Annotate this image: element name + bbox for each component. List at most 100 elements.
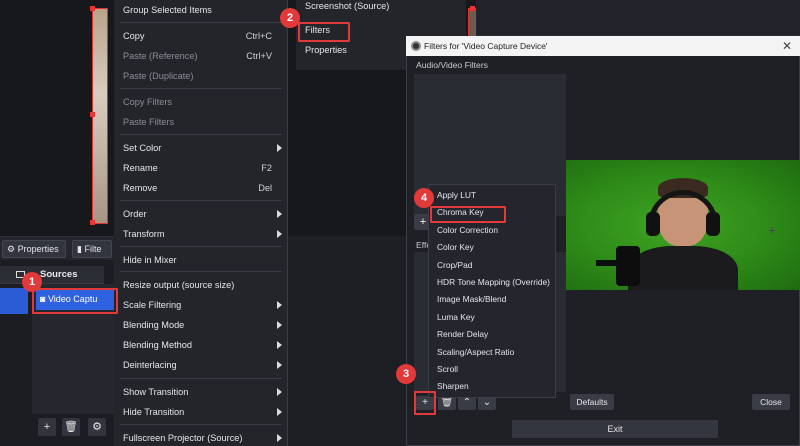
menu-item[interactable]: Paste Filters	[114, 112, 288, 132]
audio-video-filters-label: Audio/Video Filters	[416, 60, 488, 70]
menu-item-label: Show Transition	[123, 387, 189, 397]
chevron-right-icon	[277, 321, 282, 329]
defaults-button[interactable]: Defaults	[570, 394, 614, 410]
sources-title: Sources	[40, 269, 78, 280]
menu-separator	[120, 246, 282, 247]
crosshair-icon: +	[768, 222, 777, 238]
source-context-menu: Group Selected Items Copy Ctrl+C Paste (Ref…	[114, 0, 288, 446]
menu-item-label: Order	[123, 209, 147, 219]
menu-item[interactable]: Hide in Mixer	[114, 250, 288, 270]
menu-item-label: Blending Method	[123, 340, 192, 350]
source-settings-button[interactable]: ⚙	[88, 418, 106, 436]
menu-item[interactable]: Blending Mode	[114, 315, 288, 335]
menu-item[interactable]: Copy Filters	[114, 92, 288, 112]
menu-item-shortcut: Del	[258, 183, 272, 193]
move-filter-down-button[interactable]: ⌄	[478, 396, 496, 410]
filter-menu-item[interactable]: Render Delay	[429, 326, 555, 343]
menu-separator	[120, 378, 282, 379]
menu-item[interactable]: Group Selected Items	[114, 0, 288, 20]
arrow-down-icon: ⌄	[482, 397, 492, 408]
menu-item-label: Rename	[123, 163, 158, 173]
menu-item[interactable]: Rename F2	[114, 158, 288, 178]
filter-menu-item[interactable]: Scaling/Aspect Ratio	[429, 344, 555, 361]
resize-handle[interactable]	[90, 6, 95, 11]
obs-app-icon	[411, 41, 421, 51]
filter-menu-item[interactable]: HDR Tone Mapping (Override)	[429, 274, 555, 291]
close-button[interactable]: Close	[752, 394, 790, 410]
properties-button[interactable]: ⚙ Properties	[2, 240, 66, 258]
menu-item[interactable]: Remove Del	[114, 178, 288, 198]
chevron-right-icon	[277, 408, 282, 416]
scene-item-selected[interactable]	[0, 288, 28, 314]
resize-handle[interactable]	[90, 112, 95, 117]
step-badge-2: 2	[280, 8, 300, 28]
menu-item[interactable]: Paste (Duplicate)	[114, 66, 288, 86]
highlight-chroma-key-item	[430, 206, 506, 223]
remove-filter-button[interactable]: 🗑	[438, 396, 456, 410]
menu-separator	[120, 200, 282, 201]
arrow-up-icon: ⌃	[462, 397, 472, 408]
menu-item-label: Remove	[123, 183, 158, 193]
top-strip	[476, 0, 800, 36]
menu-item[interactable]: Hide Transition	[114, 402, 288, 422]
menu-item-shortcut: Ctrl+V	[246, 51, 272, 61]
menu-item[interactable]: Order	[114, 204, 288, 224]
filter-menu-item[interactable]: Crop/Pad	[429, 257, 555, 274]
menu-item[interactable]: Fullscreen Projector (Source)	[114, 428, 288, 446]
menu-item[interactable]: Set Color	[114, 138, 288, 158]
chevron-right-icon	[277, 388, 282, 396]
remove-source-button[interactable]: 🗑	[62, 418, 80, 436]
menu-item-screenshot[interactable]: Screenshot (Source)	[296, 0, 466, 16]
chevron-right-icon	[277, 144, 282, 152]
resize-handle[interactable]	[470, 6, 475, 11]
menu-item-label: Deinterlacing	[123, 360, 177, 370]
plus-icon: +	[419, 216, 427, 228]
dialog-titlebar: Filters for 'Video Capture Device' ✕	[406, 36, 800, 56]
step-badge-3: 3	[396, 364, 416, 384]
menu-separator	[120, 424, 282, 425]
filter-menu-item[interactable]: Apply LUT	[429, 187, 555, 204]
resize-handle[interactable]	[90, 220, 95, 225]
chevron-right-icon	[277, 230, 282, 238]
menu-item-label: Fullscreen Projector (Source)	[123, 433, 243, 443]
chevron-right-icon	[277, 434, 282, 442]
menu-item[interactable]: Transform	[114, 224, 288, 244]
menu-item[interactable]: Resize output (source size)	[114, 275, 288, 295]
menu-item-label: Scale Filtering	[123, 300, 182, 310]
filter-menu-item[interactable]: Image Mask/Blend	[429, 291, 555, 308]
microphone	[616, 246, 640, 286]
close-icon[interactable]: ✕	[782, 36, 792, 56]
source-toolbar: ⚙ Properties ▮ Filte	[0, 236, 120, 260]
menu-item-label: Copy Filters	[123, 97, 173, 107]
filter-menu-item[interactable]: Sharpen	[429, 378, 555, 395]
chevron-right-icon	[277, 301, 282, 309]
menu-item[interactable]: Paste (Reference) Ctrl+V	[114, 46, 288, 66]
menu-item-label: Hide Transition	[123, 407, 185, 417]
add-source-button[interactable]: +	[38, 418, 56, 436]
filter-menu-item[interactable]: Luma Key	[429, 309, 555, 326]
sources-header: Sources	[0, 266, 104, 284]
menu-item[interactable]: Copy Ctrl+C	[114, 26, 288, 46]
menu-item[interactable]: Scale Filtering	[114, 295, 288, 315]
filter-menu-item[interactable]: Color Correction	[429, 222, 555, 239]
menu-item[interactable]: Show Transition	[114, 382, 288, 402]
filter-menu-item[interactable]: Color Key	[429, 239, 555, 256]
highlight-filters-menu-item	[298, 22, 350, 42]
plus-icon: +	[43, 421, 51, 433]
highlight-add-filter-button	[414, 391, 436, 415]
menu-item-label: Resize output (source size)	[123, 280, 235, 290]
menu-item-label: Hide in Mixer	[123, 255, 177, 265]
move-filter-up-button[interactable]: ⌃	[458, 396, 476, 410]
menu-item-label: Copy	[123, 31, 145, 41]
filters-button[interactable]: ▮ Filte	[72, 240, 112, 258]
filter-menu-item[interactable]: Scroll	[429, 361, 555, 378]
step-badge-4: 4	[414, 188, 434, 208]
menu-item-label: Paste Filters	[123, 117, 175, 127]
menu-item[interactable]: Deinterlacing	[114, 355, 288, 375]
menu-item[interactable]: Blending Method	[114, 335, 288, 355]
filters-label: Filte	[84, 244, 102, 254]
menu-item-label: Blending Mode	[123, 320, 185, 330]
menu-item-label: Set Color	[123, 143, 162, 153]
gear-icon: ⚙	[92, 421, 102, 433]
exit-button[interactable]: Exit	[512, 420, 718, 438]
